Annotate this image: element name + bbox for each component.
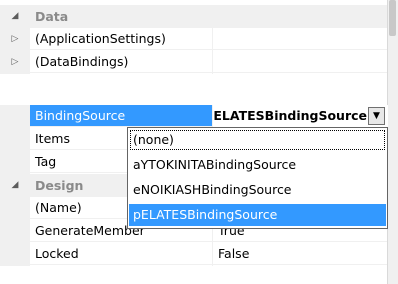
collapse-icon[interactable]: ◢	[0, 5, 30, 28]
property-name[interactable]: (DataBindings)	[30, 51, 212, 73]
property-name[interactable]: BindingSource	[30, 105, 212, 127]
category-label: Data	[35, 9, 69, 24]
expand-icon[interactable]: ▷	[0, 28, 30, 51]
row-gutter	[0, 128, 30, 151]
bindingsource-editor[interactable]: pELATESBindingSource ▼	[213, 105, 388, 127]
property-value[interactable]	[213, 51, 388, 73]
vertical-scrollbar[interactable]	[387, 0, 398, 284]
bindingsource-value[interactable]: pELATESBindingSource	[213, 105, 367, 127]
property-row-applicationsettings[interactable]: ▷ (ApplicationSettings)	[0, 28, 388, 51]
row-gutter	[0, 197, 30, 220]
expand-icon[interactable]: ▷	[0, 51, 30, 74]
property-name[interactable]: Locked	[30, 243, 212, 265]
row-gutter	[0, 220, 30, 243]
property-value[interactable]	[213, 28, 388, 50]
row-gutter	[0, 243, 30, 266]
property-value[interactable]: False	[213, 243, 388, 265]
property-row-locked[interactable]: Locked False	[0, 243, 388, 266]
dropdown-option-none[interactable]: (none)	[129, 129, 386, 151]
row-gutter	[0, 151, 30, 174]
dropdown-option-aytokinita[interactable]: aYTOKINITABindingSource	[129, 154, 386, 176]
collapse-icon[interactable]: ◢	[0, 174, 30, 197]
scrollbar-thumb[interactable]	[389, 0, 396, 36]
category-background	[30, 5, 388, 28]
category-data[interactable]: ◢ Data	[0, 5, 388, 28]
bindingsource-dropdown-list[interactable]: (none) aYTOKINITABindingSource eNOIKIASH…	[127, 127, 388, 229]
category-label: Design	[35, 178, 84, 193]
property-row-databindings[interactable]: ▷ (DataBindings)	[0, 51, 388, 74]
dropdown-option-pelates[interactable]: pELATESBindingSource	[129, 204, 386, 226]
dropdown-option-enoikiash[interactable]: eNOIKIASHBindingSource	[129, 179, 386, 201]
dropdown-arrow-button[interactable]: ▼	[368, 107, 385, 125]
chevron-down-icon: ▼	[373, 111, 380, 121]
row-gutter	[0, 105, 30, 128]
property-name[interactable]: (ApplicationSettings)	[30, 28, 212, 50]
